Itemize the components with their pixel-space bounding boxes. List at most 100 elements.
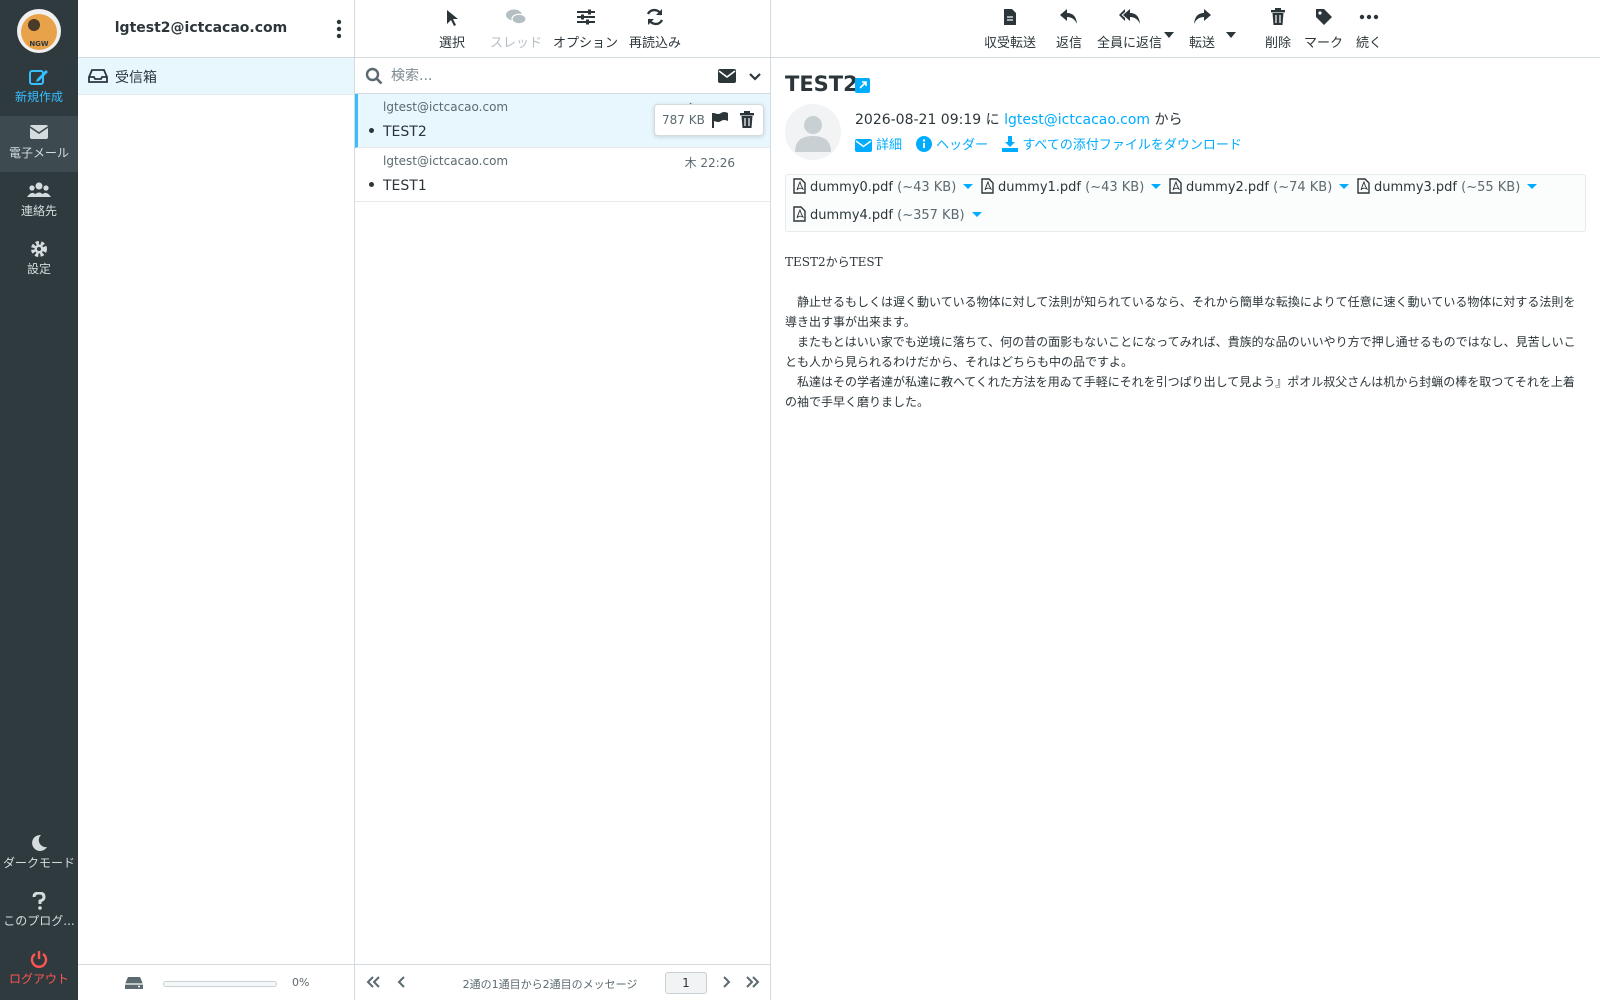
attachment-name: dummy3.pdf [1374,180,1457,195]
attachment-size: (~55 KB) [1461,180,1521,195]
caret-down-icon[interactable] [1527,184,1538,189]
file-icon [984,8,1036,32]
users-icon [0,174,78,200]
envelope-filter-icon[interactable] [718,69,736,87]
nav-mail[interactable]: 電子メール [0,116,78,172]
caret-down-icon[interactable] [1151,184,1162,189]
search-icon[interactable] [365,67,383,89]
pdf-file-icon [981,178,994,194]
tag-icon [1304,8,1343,32]
pdf-file-icon [1169,178,1182,194]
reply-button[interactable]: 返信 [1056,8,1082,51]
quota-progress [163,981,277,987]
search-input[interactable] [391,64,691,88]
pdf-file-icon [793,206,806,222]
mark-button[interactable]: マーク [1304,8,1343,51]
power-icon [0,942,78,968]
attachment-item[interactable]: dummy1.pdf (~43 KB) [981,178,1162,195]
caret-down-icon[interactable] [1339,184,1350,189]
envelope-icon [855,139,872,152]
moon-icon [0,826,78,852]
forward-label: 転送 [1189,36,1216,51]
headers-link[interactable]: ヘッダー [916,134,988,153]
pdf-file-icon [1357,178,1370,194]
nav-about-label: このプログ... [3,914,75,928]
next-page-icon[interactable] [721,975,731,993]
headers-label: ヘッダー [936,138,989,153]
kebab-menu-icon[interactable] [336,19,346,39]
nav-logout[interactable]: ログアウト [0,942,78,998]
sender-link[interactable]: lgtest@ictcacao.com [1004,112,1150,128]
app-root: NGW 新規作成 電子メール 連絡先 設定 ダークモード このプログ... ログ… [0,0,1600,1000]
content-toolbar: 収受転送 返信 全員に返信 転送 削除 マーク 続く [771,0,1600,58]
sender-avatar [785,104,841,160]
reply-icon [1056,8,1082,32]
attachment-item[interactable]: dummy2.pdf (~74 KB) [1169,178,1350,195]
trash-icon[interactable] [739,111,755,133]
attachment-name: dummy4.pdf [810,208,893,223]
download-all-link[interactable]: すべての添付ファイルをダウンロード [1002,134,1242,153]
delete-button[interactable]: 削除 [1265,8,1291,51]
unread-dot-icon [369,128,374,133]
threads-button[interactable]: スレッド [490,8,542,51]
refresh-button[interactable]: 再読込み [629,8,681,51]
attachment-size: (~43 KB) [1085,180,1145,195]
caret-down-icon[interactable] [971,212,982,217]
nav-contacts-label: 連絡先 [20,204,57,218]
open-external-icon[interactable] [855,78,870,97]
search-bar [355,58,770,94]
chevron-down-icon[interactable] [749,70,761,86]
caret-down-icon[interactable] [963,184,974,189]
flag-icon[interactable] [711,112,729,132]
folder-header: lgtest2@ictcacao.com [78,0,354,58]
options-button[interactable]: オプション [553,8,618,51]
forward-button[interactable]: 転送 [1189,8,1215,51]
date-suffix: に [981,112,1005,128]
nav-darkmode[interactable]: ダークモード [0,826,78,882]
last-page-icon[interactable] [745,975,761,993]
attachment-item[interactable]: dummy4.pdf (~357 KB) [793,206,982,223]
attachment-item[interactable]: dummy3.pdf (~55 KB) [1357,178,1538,195]
details-link[interactable]: 詳細 [855,134,902,153]
bounce-button[interactable]: 収受転送 [984,8,1036,51]
message-from: lgtest@ictcacao.com [383,154,509,168]
folder-name: 受信箱 [115,70,157,86]
message-date: 木 22:26 [684,156,735,170]
message-row[interactable]: lgtest@ictcacao.com 今 09:19 TEST2 787 KB [355,94,770,148]
nav-settings-label: 設定 [26,262,51,276]
details-label: 詳細 [876,138,903,153]
prev-page-icon[interactable] [397,975,407,993]
message-row[interactable]: lgtest@ictcacao.com 木 22:26 TEST1 [355,148,770,202]
attachment-name: dummy0.pdf [810,180,893,195]
nav-contacts[interactable]: 連絡先 [0,174,78,230]
select-label: 選択 [439,36,466,51]
pointer-icon [439,8,465,32]
nav-about[interactable]: このプログ... [0,884,78,940]
reply-all-button[interactable]: 全員に返信 [1097,8,1162,51]
quota-bar: 0% [78,964,355,1000]
folder-panel: lgtest2@ictcacao.com 受信箱 0% [78,0,355,1000]
reply-all-icon [1097,8,1162,32]
nav-settings[interactable]: 設定 [0,232,78,288]
attachment-item[interactable]: dummy0.pdf (~43 KB) [793,178,974,195]
message-date: 2026-08-21 09:19 [855,112,982,128]
download-icon [1002,136,1019,152]
folder-item-inbox[interactable]: 受信箱 [78,58,354,95]
more-button[interactable]: 続く [1356,8,1382,51]
message-list-panel: 選択 スレッド オプション 再読込み 検索... lgtest@ictcacao… [355,0,771,1000]
message-subject-title: TEST2 [785,72,858,96]
attachment-size: (~74 KB) [1273,180,1333,195]
nav-compose[interactable]: 新規作成 [0,60,78,116]
reply-all-dropdown-icon[interactable] [1164,26,1174,42]
message-subject: TEST2 [383,124,427,140]
pdf-file-icon [793,178,806,194]
select-button[interactable]: 選択 [439,8,465,51]
comments-icon [490,8,542,32]
svg-text:NGW: NGW [29,40,49,48]
forward-dropdown-icon[interactable] [1226,26,1236,42]
first-page-icon[interactable] [365,975,381,993]
message-quick-actions: 787 KB [654,104,764,136]
page-number-input[interactable]: 1 [665,972,707,994]
download-all-label: すべての添付ファイルをダウンロード [1022,138,1242,153]
nav-logout-label: ログアウト [8,972,69,986]
